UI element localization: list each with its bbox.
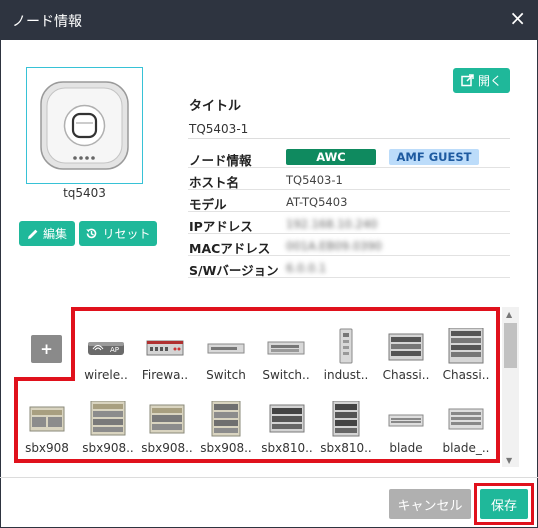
gallery-item-sbx908-3[interactable]: sbx908.. [137,401,197,467]
gallery-item-label: sbx908 [25,441,69,455]
hostname-label: ホスト名 [189,175,240,190]
hostname-value: TQ5403-1 [286,173,343,187]
chassis-icon [448,328,484,364]
edit-button-label: 編集 [42,227,67,241]
gallery-item-label: Switch [206,368,246,382]
dialog-titlebar: ノード情報 × [0,0,538,40]
title-value: TQ5403-1 [189,122,249,136]
gallery-item-label: indust.. [323,368,369,382]
gallery-item-sbx908-2[interactable]: sbx908.. [78,401,138,467]
mac-row: MACアドレス 001A.EB09.0390 [188,235,510,256]
gallery-item-label: Switch.. [262,368,310,382]
cancel-button[interactable]: キャンセル [389,489,471,519]
node-image [26,67,143,184]
scroll-down-icon[interactable]: ▼ [506,456,512,465]
gallery-item-sbx810-2[interactable]: sbx810.. [316,401,376,467]
ip-row: IPアドレス 192.168.10.240 [188,213,510,234]
open-button-label: 開く [477,74,502,88]
gallery-item-switch[interactable]: Switch [196,328,256,394]
hostname-row: ホスト名 TQ5403-1 [188,169,510,190]
mac-value: 001A.EB09.0390 [286,239,382,253]
awc-badge: AWC [286,149,376,165]
sbx908-icon [149,404,185,434]
firewall-icon [146,340,184,356]
reset-button-label: リセット [102,227,151,241]
sbx810-icon [332,401,360,437]
gallery-item-label: sbx810.. [261,441,313,455]
history-icon [86,228,97,239]
gallery-scroll-thumb[interactable] [504,323,517,368]
gallery-item-label: sbx908.. [200,441,252,455]
gallery-item-sbx908[interactable]: sbx908 [17,401,77,467]
amf-guest-badge: AMF GUEST [389,149,479,165]
divider [188,138,510,139]
sbx908-icon [29,406,65,432]
mac-label: MACアドレス [189,241,271,256]
sw-version-row: S/Wバージョン 6.0.0.1 [188,257,510,278]
wireless-ap-icon [40,81,129,170]
reset-button[interactable]: リセット [79,221,157,246]
gallery-item-label: Chassi.. [442,368,490,382]
gallery-item-chassis[interactable]: Chassi.. [376,328,436,394]
footer-divider [0,477,538,478]
blade-icon [448,408,484,430]
external-link-icon [461,74,474,87]
switch-icon [207,343,245,354]
pencil-icon [27,229,38,239]
ip-label: IPアドレス [189,219,253,234]
gallery-item-sbx810[interactable]: sbx810.. [257,401,317,467]
sbx908-icon [90,401,126,436]
industrial-switch-icon [339,328,353,364]
node-info-label: ノード情報 [189,153,252,168]
gallery-item-label: wirele.. [84,368,128,382]
save-button[interactable]: 保存 [480,489,528,519]
gallery-item-label: blade [389,441,423,455]
gallery-item-label: sbx908.. [82,441,134,455]
gallery-item-label: Firewa.. [141,368,189,382]
chassis-icon [388,333,424,361]
gallery-item-wireless[interactable]: AP wirele.. [76,328,136,394]
model-label: モデル [189,197,227,212]
scroll-up-icon[interactable]: ▲ [506,310,512,319]
model-value: AT-TQ5403 [286,195,348,209]
sbx908-icon [211,401,241,437]
gallery-item-switch-2[interactable]: Switch.. [256,328,316,394]
gallery-item-industrial[interactable]: indust.. [316,328,376,394]
ip-value: 192.168.10.240 [286,217,378,231]
gallery-item-chassis-2[interactable]: Chassi.. [436,328,496,394]
switch-icon [267,341,305,355]
sw-version-label: S/Wバージョン [189,263,279,278]
sw-version-value: 6.0.0.1 [286,261,327,275]
dialog-title: ノード情報 [12,14,82,30]
title-heading: タイトル [189,99,242,114]
wireless-ap-icon: AP [88,342,124,355]
gallery-item-firewall[interactable]: Firewa.. [135,328,195,394]
gallery-item-label: sbx908.. [141,441,193,455]
blade-icon [388,414,424,427]
gallery-item-blade-2[interactable]: blade_.. [436,401,496,467]
close-icon[interactable]: × [509,8,526,28]
add-icon-button[interactable]: + [31,335,62,363]
node-name-label: tq5403 [63,186,106,200]
gallery-item-label: sbx810.. [320,441,372,455]
open-button[interactable]: 開く [453,68,510,93]
gallery-item-sbx908-4[interactable]: sbx908.. [196,401,256,467]
sbx810-icon [269,404,305,433]
svg-text:AP: AP [110,346,119,354]
node-info-row: ノード情報 AWC AMF GUEST [188,147,510,168]
gallery-item-label: Chassi.. [382,368,430,382]
gallery-item-label: blade_.. [442,441,490,455]
gallery-item-blade[interactable]: blade [376,401,436,467]
model-row: モデル AT-TQ5403 [188,191,510,212]
edit-button[interactable]: 編集 [19,221,75,246]
